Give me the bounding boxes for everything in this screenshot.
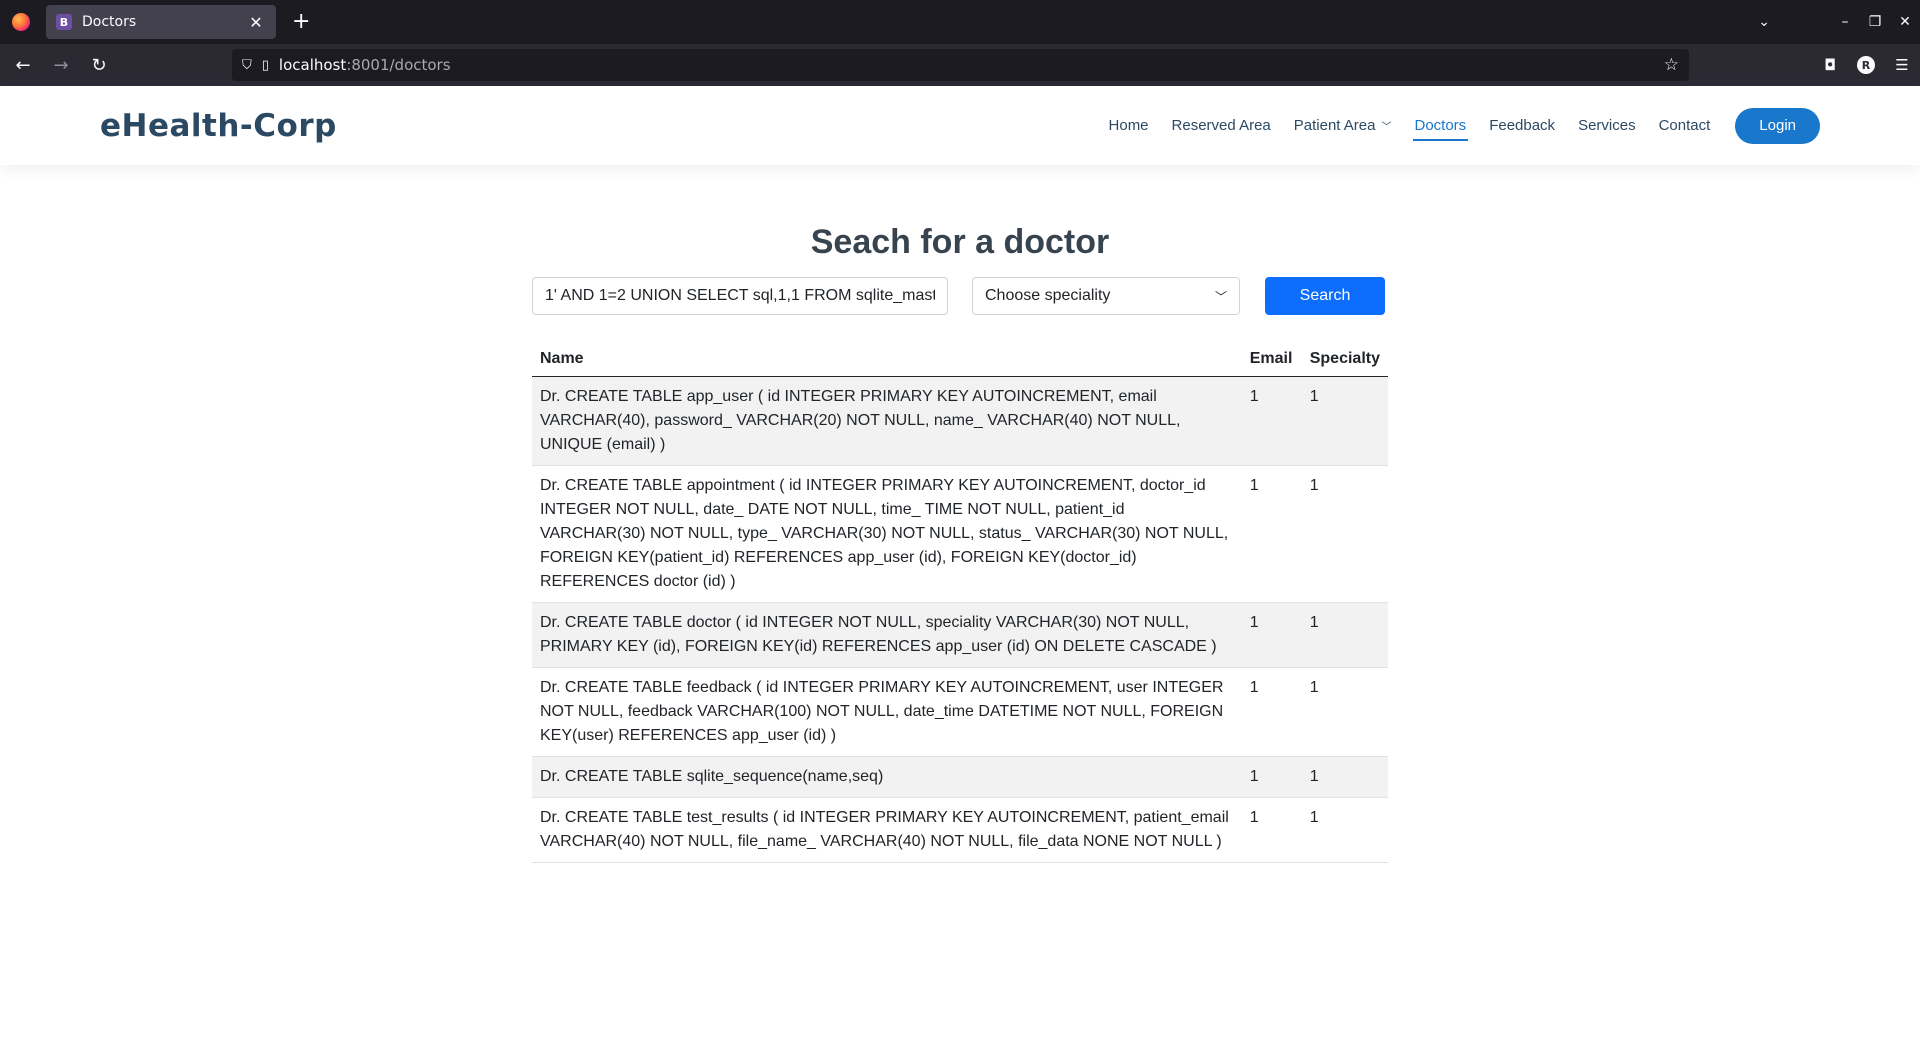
cell-specialty: 1 bbox=[1301, 465, 1388, 603]
menu-item-doctors[interactable]: Doctors bbox=[1412, 114, 1468, 141]
shield-icon[interactable]: ⛉ bbox=[242, 58, 252, 73]
cell-email: 1 bbox=[1241, 465, 1302, 603]
url-bar[interactable]: ⛉ ▯ localhost:8001/doctors ☆ bbox=[232, 49, 1689, 81]
url-path: :8001/doctors bbox=[346, 56, 451, 74]
browser-nav-bar: ← → ↻ ⛉ ▯ localhost:8001/doctors ☆ ◘ R ☰ bbox=[0, 44, 1920, 86]
account-icon[interactable]: R bbox=[1848, 56, 1884, 74]
site-header: eHealth-Corp Home Reserved Area Patient … bbox=[0, 86, 1920, 165]
tab-favicon-icon: B bbox=[56, 14, 72, 30]
cell-specialty: 1 bbox=[1301, 797, 1388, 863]
cell-name: Dr. CREATE TABLE doctor ( id INTEGER NOT… bbox=[532, 602, 1242, 668]
cell-email: 1 bbox=[1241, 797, 1302, 863]
menu-hamburger-icon[interactable]: ☰ bbox=[1884, 56, 1920, 74]
cell-name: Dr. CREATE TABLE feedback ( id INTEGER P… bbox=[532, 667, 1242, 757]
chevron-down-icon: ﹀ bbox=[1214, 289, 1227, 304]
cell-email: 1 bbox=[1241, 602, 1302, 668]
firefox-logo-icon bbox=[12, 13, 30, 31]
back-icon[interactable]: ← bbox=[8, 50, 38, 80]
cell-name: Dr. CREATE TABLE test_results ( id INTEG… bbox=[532, 797, 1242, 863]
speciality-select-value: Choose speciality bbox=[985, 287, 1111, 304]
chevron-down-icon: ﹀ bbox=[1381, 122, 1392, 133]
table-row: Dr. CREATE TABLE doctor ( id INTEGER NOT… bbox=[532, 602, 1388, 668]
account-avatar: R bbox=[1857, 56, 1875, 74]
reload-icon[interactable]: ↻ bbox=[84, 50, 114, 80]
cell-specialty: 1 bbox=[1301, 602, 1388, 668]
menu-item-reserved-area[interactable]: Reserved Area bbox=[1172, 114, 1271, 138]
menu-item-patient-area[interactable]: Patient Area ﹀ bbox=[1294, 114, 1392, 138]
column-header-name: Name bbox=[532, 342, 1242, 377]
table-row: Dr. CREATE TABLE test_results ( id INTEG… bbox=[532, 797, 1388, 863]
page-title: Seach for a doctor bbox=[810, 223, 1110, 261]
browser-tab[interactable]: B Doctors ✕ bbox=[46, 5, 276, 39]
forward-icon[interactable]: → bbox=[46, 50, 76, 80]
restore-icon[interactable]: ❐ bbox=[1860, 14, 1890, 30]
speciality-select[interactable]: Choose speciality ﹀ bbox=[972, 277, 1240, 315]
main-menu: Home Reserved Area Patient Area ﹀ Doctors… bbox=[1086, 86, 1820, 165]
doctor-search-input[interactable] bbox=[532, 277, 948, 315]
close-tab-icon[interactable]: ✕ bbox=[246, 13, 266, 32]
cell-name: Dr. CREATE TABLE appointment ( id INTEGE… bbox=[532, 465, 1242, 603]
brand-logo[interactable]: eHealth-Corp bbox=[100, 108, 337, 144]
doctors-table: Name Email Specialty Dr. CREATE TABLE ap… bbox=[532, 342, 1388, 863]
login-button[interactable]: Login bbox=[1735, 107, 1820, 144]
menu-item-contact[interactable]: Contact bbox=[1659, 114, 1711, 138]
menu-item-patient-area-label: Patient Area bbox=[1293, 117, 1376, 134]
menu-item-home[interactable]: Home bbox=[1109, 114, 1149, 138]
menu-item-feedback[interactable]: Feedback bbox=[1489, 114, 1555, 138]
pocket-icon[interactable]: ◘ bbox=[1812, 56, 1848, 74]
table-header-row: Name Email Specialty bbox=[532, 342, 1388, 377]
browser-tab-bar: B Doctors ✕ + ⌄ – ❐ ✕ bbox=[0, 0, 1920, 44]
cell-email: 1 bbox=[1241, 376, 1302, 466]
cell-specialty: 1 bbox=[1301, 756, 1388, 798]
minimize-icon[interactable]: – bbox=[1830, 14, 1860, 30]
cell-email: 1 bbox=[1241, 667, 1302, 757]
cell-specialty: 1 bbox=[1301, 667, 1388, 757]
cell-name: Dr. CREATE TABLE sqlite_sequence(name,se… bbox=[532, 756, 1242, 798]
table-row: Dr. CREATE TABLE feedback ( id INTEGER P… bbox=[532, 667, 1388, 757]
cell-name: Dr. CREATE TABLE app_user ( id INTEGER P… bbox=[532, 376, 1242, 466]
column-header-specialty: Specialty bbox=[1301, 342, 1388, 377]
new-tab-icon[interactable]: + bbox=[292, 11, 310, 33]
bookmark-star-icon[interactable]: ☆ bbox=[1664, 55, 1679, 75]
column-header-email: Email bbox=[1241, 342, 1302, 377]
page-icon[interactable]: ▯ bbox=[262, 58, 269, 73]
url-host: localhost bbox=[278, 56, 347, 74]
cell-specialty: 1 bbox=[1301, 376, 1388, 466]
close-window-icon[interactable]: ✕ bbox=[1890, 14, 1920, 30]
menu-item-services[interactable]: Services bbox=[1578, 114, 1636, 138]
search-button[interactable]: Search bbox=[1265, 277, 1385, 315]
list-all-tabs-icon[interactable]: ⌄ bbox=[1758, 14, 1770, 30]
cell-email: 1 bbox=[1241, 756, 1302, 798]
tab-title: Doctors bbox=[82, 14, 137, 30]
table-row: Dr. CREATE TABLE appointment ( id INTEGE… bbox=[532, 465, 1388, 603]
table-row: Dr. CREATE TABLE app_user ( id INTEGER P… bbox=[532, 376, 1388, 466]
table-row: Dr. CREATE TABLE sqlite_sequence(name,se… bbox=[532, 756, 1388, 798]
